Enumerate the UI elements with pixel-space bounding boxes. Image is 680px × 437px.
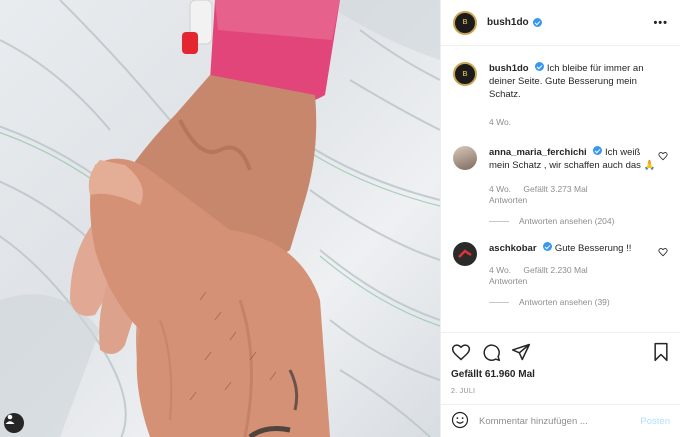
post-date: 2. JULI: [451, 388, 476, 395]
verified-badge-icon: [532, 18, 542, 27]
caption-username[interactable]: bush1do: [489, 63, 529, 74]
avatar[interactable]: [453, 146, 477, 170]
photo-hands-image: [0, 0, 440, 437]
likes-count[interactable]: Gefällt 61.960 Mal: [451, 369, 670, 380]
avatar[interactable]: B: [453, 62, 477, 86]
heart-icon[interactable]: [451, 342, 471, 362]
comment-time[interactable]: 4 Wo.: [489, 265, 511, 275]
add-comment-bar: Posten: [441, 404, 680, 437]
bookmark-icon[interactable]: [652, 342, 670, 362]
reply-button[interactable]: Antworten: [489, 276, 527, 286]
post-actions: Gefällt 61.960 Mal 2. JULI: [441, 332, 680, 395]
user-tag-icon[interactable]: [4, 413, 24, 433]
emoji-icon[interactable]: [451, 411, 469, 432]
comment-username[interactable]: aschkobar: [489, 243, 537, 254]
comments-list[interactable]: B bush1do Ich bleibe für immer an deiner…: [441, 46, 680, 332]
view-replies-button[interactable]: Antworten ansehen (204): [489, 216, 668, 226]
post-photo[interactable]: [0, 0, 440, 437]
verified-badge-icon: [535, 62, 545, 71]
verified-badge-icon: [593, 146, 603, 155]
verified-badge-icon: [543, 242, 553, 251]
comment-input[interactable]: [479, 415, 629, 427]
post-header: B bush1do •••: [441, 0, 680, 46]
post-author-username[interactable]: bush1do: [487, 17, 529, 28]
avatar[interactable]: B: [453, 10, 477, 35]
heart-icon[interactable]: [658, 151, 668, 161]
list-item: anna_maria_ferchichi Ich weiß mein Schat…: [453, 146, 668, 206]
avatar[interactable]: [453, 242, 477, 266]
divider: [489, 220, 509, 222]
comment-username[interactable]: anna_maria_ferchichi: [489, 147, 587, 158]
reply-button[interactable]: Antworten: [489, 195, 527, 205]
view-replies-label: Antworten ansehen (39): [519, 297, 610, 307]
comment-likes[interactable]: Gefällt 2.230 Mal: [523, 265, 587, 275]
caption-time[interactable]: 4 Wo.: [489, 117, 511, 127]
comment-text: Gute Besserung !!: [554, 243, 632, 254]
comment-likes[interactable]: Gefällt 3.273 Mal: [523, 184, 587, 194]
view-replies-button[interactable]: Antworten ansehen (39): [489, 297, 668, 307]
post-author: bush1do: [487, 17, 542, 28]
post-comment-button[interactable]: Posten: [640, 416, 670, 427]
post-side-panel: B bush1do ••• B bush1do Ich bleibe für i…: [440, 0, 680, 437]
share-icon[interactable]: [511, 342, 531, 362]
heart-icon[interactable]: [658, 247, 668, 257]
comment-time[interactable]: 4 Wo.: [489, 184, 511, 194]
caption: B bush1do Ich bleibe für immer an deiner…: [453, 62, 668, 128]
view-replies-label: Antworten ansehen (204): [519, 216, 615, 226]
divider: [489, 301, 509, 303]
more-options-icon[interactable]: •••: [653, 17, 668, 29]
comment-icon[interactable]: [481, 342, 501, 362]
list-item: aschkobar Gute Besserung !! 4 Wo. Gefäll…: [453, 242, 668, 287]
